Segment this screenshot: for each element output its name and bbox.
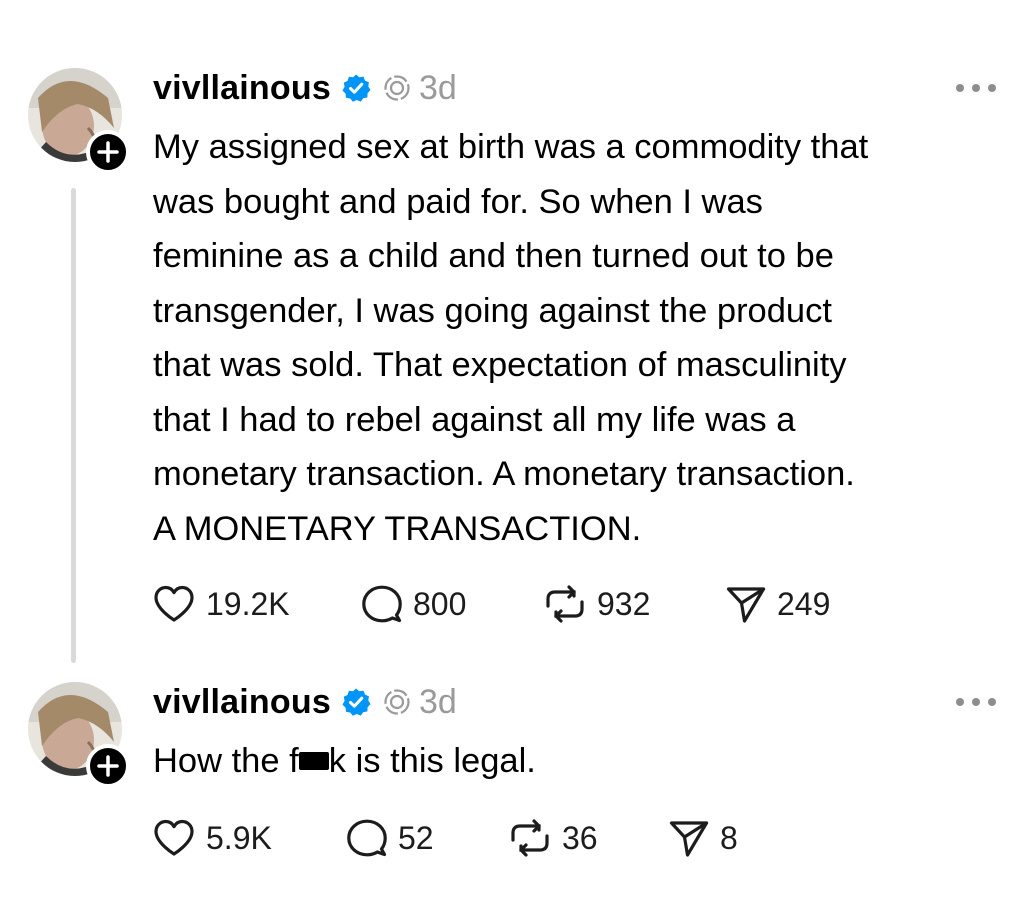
reply-count: 800: [413, 585, 467, 622]
post-text-line: A MONETARY TRANSACTION.: [153, 509, 642, 548]
more-icon[interactable]: [956, 82, 996, 94]
share-count: 249: [777, 585, 831, 622]
follow-plus-icon[interactable]: [86, 744, 130, 788]
repost-icon: [511, 819, 549, 857]
like-button[interactable]: 19.2K: [152, 584, 290, 624]
post-text-line: monetary transaction. A monetary transac…: [153, 455, 855, 493]
reply-button[interactable]: 800: [361, 584, 466, 624]
share-button[interactable]: 8: [668, 818, 738, 858]
ai-label-icon: [383, 688, 411, 716]
repost-button[interactable]: 36: [508, 818, 598, 858]
verified-badge-icon: [341, 73, 371, 103]
heart-icon: [154, 819, 194, 856]
username[interactable]: vivllainous: [153, 69, 331, 108]
post-header: vivllainous 3d: [153, 68, 457, 108]
post-text-after: k is this legal.: [328, 742, 536, 780]
post-timestamp: 3d: [418, 682, 457, 721]
post-text: My assigned sex at birth was a commodity…: [153, 120, 1013, 556]
post-timestamp: 3d: [418, 68, 457, 107]
repost-count: 36: [562, 819, 598, 856]
like-count: 19.2K: [206, 585, 290, 622]
post-text-before: How the f: [153, 742, 299, 780]
more-icon[interactable]: [956, 696, 996, 708]
thread-post: vivllainous 3d How the f k is this legal.…: [0, 670, 1024, 899]
username[interactable]: vivllainous: [153, 683, 331, 722]
comment-icon: [347, 819, 387, 857]
heart-icon: [154, 585, 194, 622]
censor-bar: [298, 752, 329, 770]
post-text-line: transgender, I was going against the pro…: [153, 291, 832, 330]
verified-badge-icon: [341, 687, 371, 717]
post-header: vivllainous 3d: [153, 682, 457, 722]
post-text-line: My assigned sex at birth was a commodity…: [153, 128, 869, 166]
thread-post: vivllainous 3d My assigned sex at birth …: [0, 0, 1024, 670]
post-text-line: feminine as a child and then turned out …: [153, 237, 834, 275]
like-count: 5.9K: [206, 819, 272, 856]
repost-button[interactable]: 932: [543, 584, 650, 624]
reply-count: 52: [398, 819, 434, 856]
post-text-line: that was sold. That expectation of mascu…: [153, 346, 847, 384]
ai-label-icon: [383, 74, 411, 102]
post-text-line: that I had to rebel against all my life …: [153, 400, 796, 439]
thread-line: [71, 188, 76, 663]
share-icon: [726, 587, 766, 623]
follow-plus-icon[interactable]: [86, 130, 130, 174]
like-button[interactable]: 5.9K: [152, 818, 272, 858]
share-icon: [669, 821, 709, 857]
reply-button[interactable]: 52: [346, 818, 434, 858]
post-text-line: was bought and paid for. So when I was: [153, 182, 763, 221]
repost-count: 932: [597, 585, 651, 622]
share-button[interactable]: 249: [725, 584, 830, 624]
share-count: 8: [720, 819, 738, 856]
repost-icon: [546, 585, 584, 623]
post-text-line: How the f k is this legal.: [153, 734, 1013, 789]
post-text: How the f k is this legal.: [153, 734, 1013, 789]
comment-icon: [362, 585, 402, 623]
